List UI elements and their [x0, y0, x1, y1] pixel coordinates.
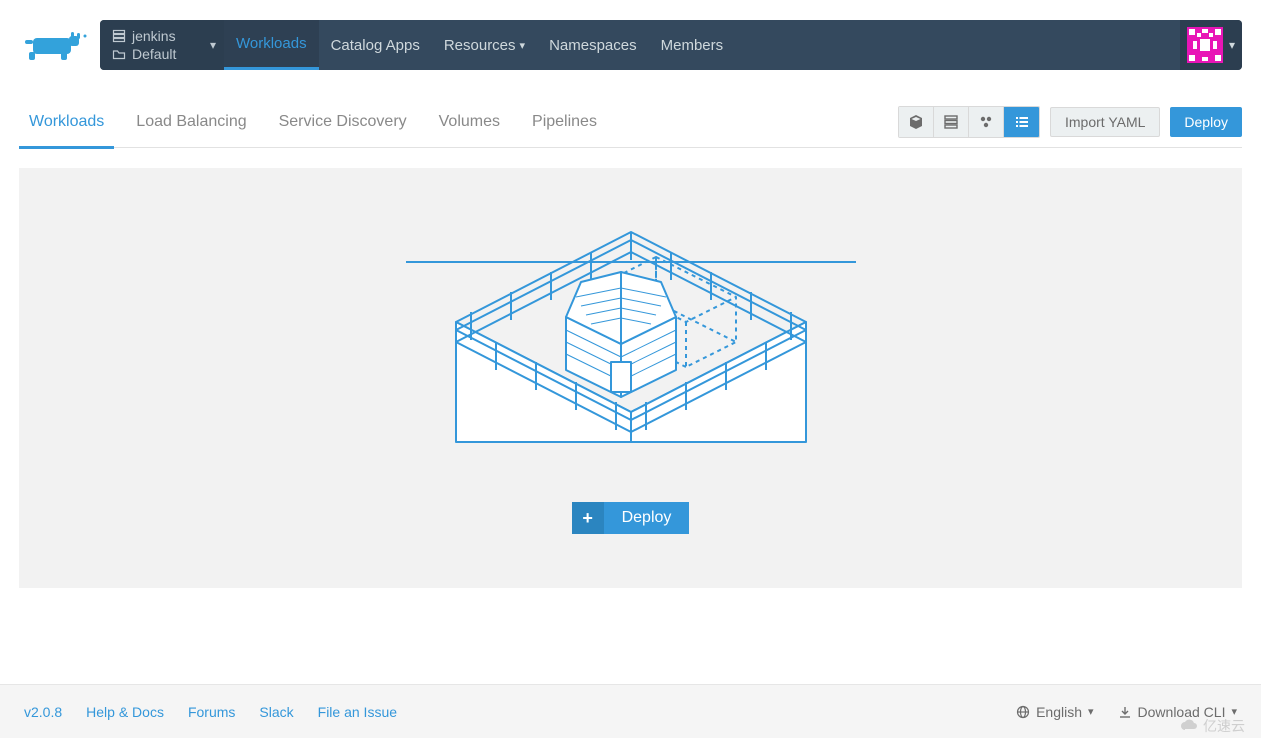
chevron-down-icon: ▾ [520, 39, 526, 52]
deploy-cta[interactable]: + Deploy [572, 502, 690, 534]
pods-icon [978, 114, 994, 130]
profile-menu[interactable]: ▾ [1180, 20, 1242, 70]
version: v2.0.8 [24, 704, 62, 720]
stack-icon [112, 29, 126, 43]
view-list-button[interactable] [1004, 107, 1039, 137]
button-label: Import YAML [1065, 114, 1145, 130]
download-cli[interactable]: Download CLI ▾ [1118, 704, 1237, 720]
tab-label: Volumes [439, 113, 500, 131]
footer-slack[interactable]: Slack [259, 704, 293, 720]
folder-icon [112, 47, 126, 61]
project-switcher[interactable]: jenkins Default ▾ [100, 20, 224, 70]
top-nav: Workloads Catalog Apps Resources ▾ Names… [224, 20, 735, 70]
chevron-down-icon: ▾ [1229, 38, 1235, 52]
import-yaml-button[interactable]: Import YAML [1050, 107, 1160, 137]
tab-label: Load Balancing [136, 113, 246, 131]
main-content: + Deploy [19, 168, 1242, 588]
tab-service-discovery[interactable]: Service Discovery [269, 96, 417, 147]
tab-label: Pipelines [532, 113, 597, 131]
rancher-logo [19, 26, 91, 64]
tab-label: Workloads [29, 113, 104, 131]
nav-namespaces[interactable]: Namespaces [537, 20, 649, 70]
toolbar: Import YAML Deploy [898, 106, 1242, 138]
view-toggle-group [898, 106, 1040, 138]
tab-volumes[interactable]: Volumes [429, 96, 510, 147]
cube-icon [908, 114, 924, 130]
plus-icon: + [572, 502, 604, 534]
footer-forums[interactable]: Forums [188, 704, 235, 720]
download-label: Download CLI [1138, 704, 1226, 720]
download-icon [1118, 705, 1132, 719]
tab-pipelines[interactable]: Pipelines [522, 96, 607, 147]
nav-label: Catalog Apps [331, 37, 420, 54]
footer-help-docs[interactable]: Help & Docs [86, 704, 164, 720]
footer-file-issue[interactable]: File an Issue [318, 704, 397, 720]
chevron-down-icon: ▾ [1088, 705, 1094, 718]
avatar [1187, 27, 1223, 63]
nav-members[interactable]: Members [649, 20, 736, 70]
project-name: jenkins [132, 27, 176, 45]
nav-label: Namespaces [549, 37, 637, 54]
nav-catalog-apps[interactable]: Catalog Apps [319, 20, 432, 70]
empty-state-illustration [406, 222, 856, 452]
footer: v2.0.8 Help & Docs Forums Slack File an … [0, 684, 1261, 738]
nav-label: Workloads [236, 35, 307, 52]
list-icon [1014, 114, 1030, 130]
nav-label: Resources [444, 37, 516, 54]
tab-load-balancing[interactable]: Load Balancing [126, 96, 256, 147]
globe-icon [1016, 705, 1030, 719]
language-switcher[interactable]: English ▾ [1016, 704, 1093, 720]
namespace-name: Default [132, 45, 176, 63]
chevron-down-icon: ▾ [210, 38, 216, 52]
tabs: Workloads Load Balancing Service Discove… [19, 96, 607, 147]
subbar: Workloads Load Balancing Service Discove… [19, 96, 1242, 148]
view-pods-button[interactable] [969, 107, 1004, 137]
deploy-button[interactable]: Deploy [1170, 107, 1242, 137]
nav-workloads[interactable]: Workloads [224, 20, 319, 70]
view-stack-button[interactable] [934, 107, 969, 137]
deploy-cta-label: Deploy [604, 502, 690, 534]
nav-label: Members [661, 37, 724, 54]
stack-icon [943, 114, 959, 130]
language-label: English [1036, 704, 1082, 720]
button-label: Deploy [1184, 114, 1228, 130]
header: jenkins Default ▾ Workloads Catalog Apps… [100, 20, 1242, 70]
nav-resources[interactable]: Resources ▾ [432, 20, 537, 70]
tab-workloads[interactable]: Workloads [19, 96, 114, 147]
tab-label: Service Discovery [279, 113, 407, 131]
view-flat-button[interactable] [899, 107, 934, 137]
chevron-down-icon: ▾ [1231, 705, 1237, 718]
